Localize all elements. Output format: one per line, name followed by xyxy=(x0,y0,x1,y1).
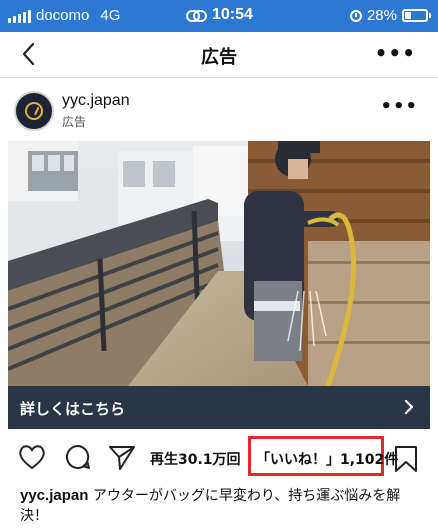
post-caption: yyc.japan アウターがバッグに早変わり、持ち運ぶ悩みを解決！ xyxy=(20,486,425,526)
status-center: 10:54 xyxy=(186,6,253,24)
network-type: 4G xyxy=(100,7,121,24)
carrier-name: docomo xyxy=(36,7,90,24)
post-username[interactable]: yyc.japan xyxy=(62,92,130,110)
post-actions: 再生30.1万回 「いいね！」1,102件 xyxy=(0,430,438,486)
like-count[interactable]: 「いいね！」1,102件 xyxy=(256,449,398,469)
cta-label: 詳しくはこちら xyxy=(20,400,126,418)
status-right: 28% xyxy=(349,7,431,24)
signal-icon xyxy=(8,9,31,23)
caption-username[interactable]: yyc.japan xyxy=(20,487,88,504)
battery-percent: 28% xyxy=(366,7,397,24)
heart-icon[interactable] xyxy=(17,442,47,472)
share-icon[interactable] xyxy=(107,442,137,472)
battery-icon xyxy=(402,9,431,22)
comment-icon[interactable] xyxy=(63,442,93,472)
post-more-button[interactable]: ••• xyxy=(380,96,418,117)
link-icon xyxy=(186,9,207,22)
sponsored-label: 広告 xyxy=(62,115,87,129)
video-frame-image xyxy=(8,141,430,386)
post-header: yyc.japan 広告 ••• xyxy=(0,79,438,141)
brand-logo-icon xyxy=(25,102,43,120)
view-count: 再生30.1万回 xyxy=(150,452,241,468)
status-time: 10:54 xyxy=(212,6,253,23)
nav-header: 広告 ••• xyxy=(0,32,438,78)
alarm-icon xyxy=(349,9,362,22)
nav-more-button[interactable]: ••• xyxy=(375,41,416,65)
learn-more-button[interactable]: 詳しくはこちら xyxy=(8,386,430,429)
bookmark-icon[interactable] xyxy=(393,444,419,474)
avatar[interactable] xyxy=(14,91,54,131)
status-bar: docomo 4G 10:54 28% xyxy=(0,0,438,32)
post-video[interactable] xyxy=(8,141,430,386)
page-title: 広告 xyxy=(201,47,237,68)
status-left: docomo 4G xyxy=(8,7,120,24)
chevron-right-icon xyxy=(404,399,414,415)
